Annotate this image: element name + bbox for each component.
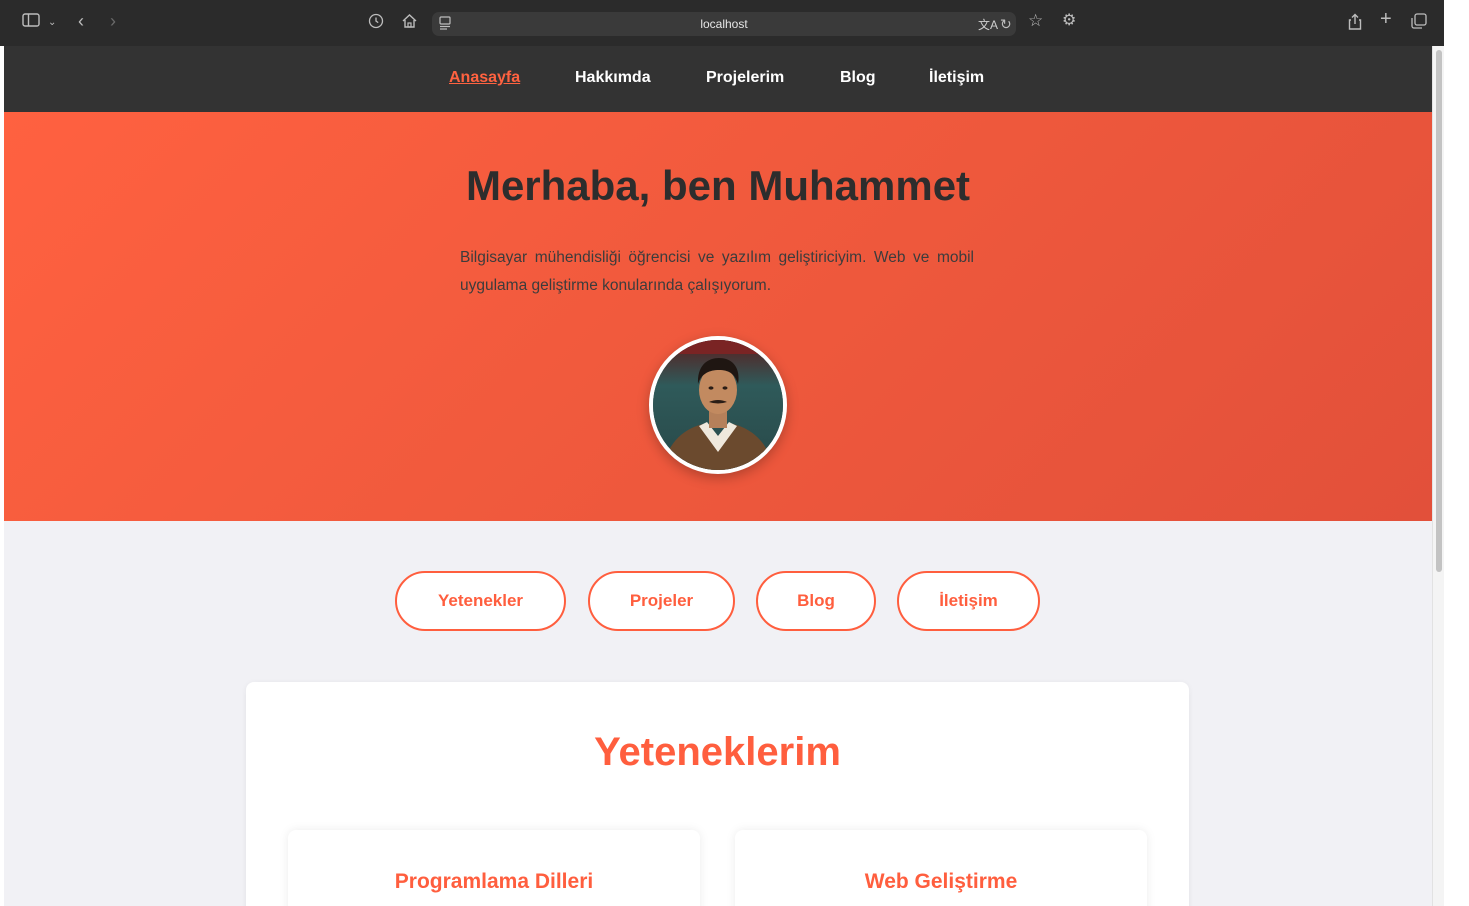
- nav-projelerim[interactable]: Projelerim: [706, 69, 784, 87]
- skill-category-title: Programlama Dilleri: [394, 870, 594, 893]
- page-scrollbar[interactable]: [1432, 46, 1444, 906]
- new-tab-icon[interactable]: +: [1380, 9, 1392, 29]
- home-icon[interactable]: [401, 13, 418, 33]
- iletisim-button[interactable]: İletişim: [897, 571, 1040, 631]
- skills-title: Yeteneklerim: [594, 730, 841, 774]
- scrollbar-thumb[interactable]: [1436, 50, 1442, 572]
- extensions-icon[interactable]: ⚙: [1062, 11, 1076, 31]
- browser-toolbar: ⌄ ‹ › localhost 文A ↻ ☆ ⚙ +: [0, 0, 1444, 46]
- tabs-overview-icon[interactable]: [1411, 13, 1427, 33]
- share-icon[interactable]: [1348, 13, 1362, 33]
- avatar: [649, 336, 787, 474]
- skill-category-card: Web Geliştirme: [735, 830, 1147, 906]
- chevron-down-icon[interactable]: ⌄: [48, 13, 56, 33]
- hero-description: Bilgisayar mühendisliği öğrencisi ve yaz…: [460, 249, 974, 294]
- page-viewport: Anasayfa Hakkımda Projelerim Blog İletiş…: [4, 46, 1432, 906]
- sidebar-toggle-icon[interactable]: [22, 13, 40, 33]
- history-icon[interactable]: [368, 13, 384, 33]
- nav-blog[interactable]: Blog: [840, 69, 876, 87]
- address-bar[interactable]: localhost 文A ↻: [432, 12, 1016, 36]
- blog-button[interactable]: Blog: [756, 571, 876, 631]
- url-text: localhost: [700, 17, 748, 31]
- nav-hakkimda[interactable]: Hakkımda: [575, 69, 651, 87]
- back-icon[interactable]: ‹: [78, 11, 84, 31]
- reload-icon[interactable]: ↻: [1000, 14, 1012, 34]
- hero-section: Merhaba, ben Muhammet Bilgisayar mühendi…: [4, 112, 1432, 521]
- translate-icon[interactable]: 文A: [978, 15, 998, 35]
- nav-anasayfa[interactable]: Anasayfa: [449, 69, 520, 87]
- skill-category-card: Programlama Dilleri: [288, 830, 700, 906]
- skill-category-title: Web Geliştirme: [864, 870, 1018, 893]
- projeler-button[interactable]: Projeler: [588, 571, 735, 631]
- nav-iletisim[interactable]: İletişim: [929, 69, 984, 87]
- forward-icon[interactable]: ›: [110, 11, 116, 31]
- yetenekler-button[interactable]: Yetenekler: [395, 571, 566, 631]
- skills-card: Yeteneklerim Programlama Dilleri Web Gel…: [246, 682, 1189, 906]
- window-edge: [1444, 0, 1469, 906]
- hero-title: Merhaba, ben Muhammet: [465, 162, 971, 209]
- bookmark-star-icon[interactable]: ☆: [1028, 11, 1043, 31]
- site-navbar: Anasayfa Hakkımda Projelerim Blog İletiş…: [4, 46, 1432, 112]
